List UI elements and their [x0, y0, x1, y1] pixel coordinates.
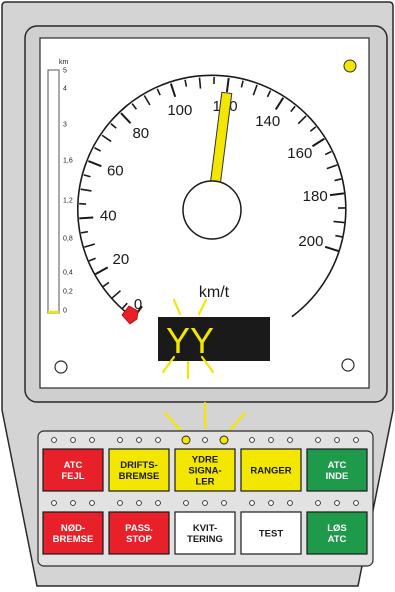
- distance-label: 3: [63, 122, 67, 129]
- button-atc-fejl[interactable]: ATCFEJL: [42, 448, 104, 492]
- button-atc-inde[interactable]: ATCINDE: [306, 448, 368, 492]
- speed-label: 200: [298, 233, 323, 250]
- speed-unit: km/t: [199, 284, 230, 301]
- indicator-dot: [287, 500, 293, 506]
- indicator-dot: [221, 500, 227, 506]
- button-atc-inde-label: INDE: [326, 471, 349, 482]
- indicator-dot: [136, 500, 142, 506]
- speed-label: 40: [100, 207, 117, 224]
- indicator-dot: [183, 500, 189, 506]
- button-pass-stop-label: STOP: [126, 534, 152, 545]
- distance-label: 0,2: [63, 289, 73, 296]
- indicator-dot: [249, 500, 255, 506]
- button-ydre-signaler-label: SIGNA-: [188, 466, 221, 477]
- button-atc-fejl-label: ATC: [64, 460, 83, 471]
- indicator-dot: [202, 437, 208, 443]
- indicator-dot: [315, 437, 321, 443]
- button-nodbremse-label: NØD-: [61, 523, 85, 534]
- button-ydre-signaler-label: YDRE: [192, 455, 218, 466]
- distance-label: 0: [63, 308, 67, 315]
- dial-tick: [79, 216, 94, 220]
- button-los-atc[interactable]: LØSATC: [306, 511, 368, 555]
- distance-bar: [47, 69, 60, 314]
- indicator-dot: [334, 437, 340, 443]
- button-kvittering-label: TERING: [187, 534, 223, 545]
- button-driftsbremse-label: DRIFTS-: [120, 460, 157, 471]
- button-nodbremse[interactable]: NØD-BREMSE: [42, 511, 104, 555]
- button-atc-fejl-label: FEJL: [61, 471, 84, 482]
- dial-tick: [333, 220, 345, 224]
- button-kvittering-label: KVIT-: [193, 523, 217, 534]
- signal-aspect-text: YY: [166, 320, 214, 361]
- indicator-dot: [136, 437, 142, 443]
- ydre-signaler-lamp: [219, 435, 229, 445]
- indicator-dot: [268, 437, 274, 443]
- button-atc-inde-label: ATC: [328, 460, 347, 471]
- status-lamp: [343, 59, 357, 73]
- button-ranger-label: RANGER: [250, 466, 291, 477]
- distance-label: 4: [63, 86, 67, 93]
- atc-panel: km 5431,61,20,80,40,20 20406080100120140…: [1, 1, 394, 587]
- distance-label: 1,2: [63, 198, 73, 205]
- indicator-dot: [155, 437, 161, 443]
- indicator-dot: [155, 500, 161, 506]
- indicator-dot: [334, 500, 340, 506]
- speed-label: 80: [132, 125, 149, 142]
- button-test[interactable]: TEST: [240, 511, 302, 555]
- indicator-dot: [89, 500, 95, 506]
- button-test-label: TEST: [259, 529, 283, 540]
- button-driftsbremse-label: BREMSE: [119, 471, 160, 482]
- speed-label: 160: [287, 145, 312, 162]
- indicator-dot: [353, 437, 359, 443]
- button-ydre-signaler-label: LER: [196, 477, 215, 488]
- button-kvittering[interactable]: KVIT-TERING: [174, 511, 236, 555]
- indicator-dot: [353, 500, 359, 506]
- indicator-dot: [51, 437, 57, 443]
- button-driftsbremse[interactable]: DRIFTS-BREMSE: [108, 448, 170, 492]
- indicator-dot: [70, 500, 76, 506]
- distance-label: 0,8: [63, 236, 73, 243]
- button-los-atc-label: LØS: [327, 523, 347, 534]
- indicator-dot: [117, 437, 123, 443]
- button-ranger[interactable]: RANGER: [240, 448, 302, 492]
- button-los-atc-label: ATC: [328, 534, 347, 545]
- indicator-dot: [268, 500, 274, 506]
- button-pass-stop-label: PASS.: [125, 523, 153, 534]
- indicator-dot: [51, 500, 57, 506]
- indicator-dot: [287, 437, 293, 443]
- distance-label: 0,4: [63, 270, 73, 277]
- speed-label: 140: [255, 113, 280, 130]
- ydre-signaler-lamp: [181, 435, 191, 445]
- speed-label: 20: [113, 251, 130, 268]
- button-nodbremse-label: BREMSE: [53, 534, 94, 545]
- dial-tick: [198, 77, 202, 89]
- indicator-dot: [202, 500, 208, 506]
- button-ydre-signaler[interactable]: YDRESIGNA-LER: [174, 448, 236, 492]
- distance-label: 5: [63, 68, 67, 75]
- indicator-dot: [117, 500, 123, 506]
- indicator-dot: [89, 437, 95, 443]
- indicator-dot: [70, 437, 76, 443]
- speed-label: 180: [303, 188, 328, 205]
- distance-unit: km: [59, 59, 69, 66]
- indicator-dot: [315, 500, 321, 506]
- distance-label: 1,6: [63, 158, 73, 165]
- speed-label: 60: [107, 163, 124, 180]
- button-pass-stop[interactable]: PASS.STOP: [108, 511, 170, 555]
- speed-label: 100: [167, 102, 192, 119]
- dial-hub: [182, 180, 242, 240]
- indicator-dot: [249, 437, 255, 443]
